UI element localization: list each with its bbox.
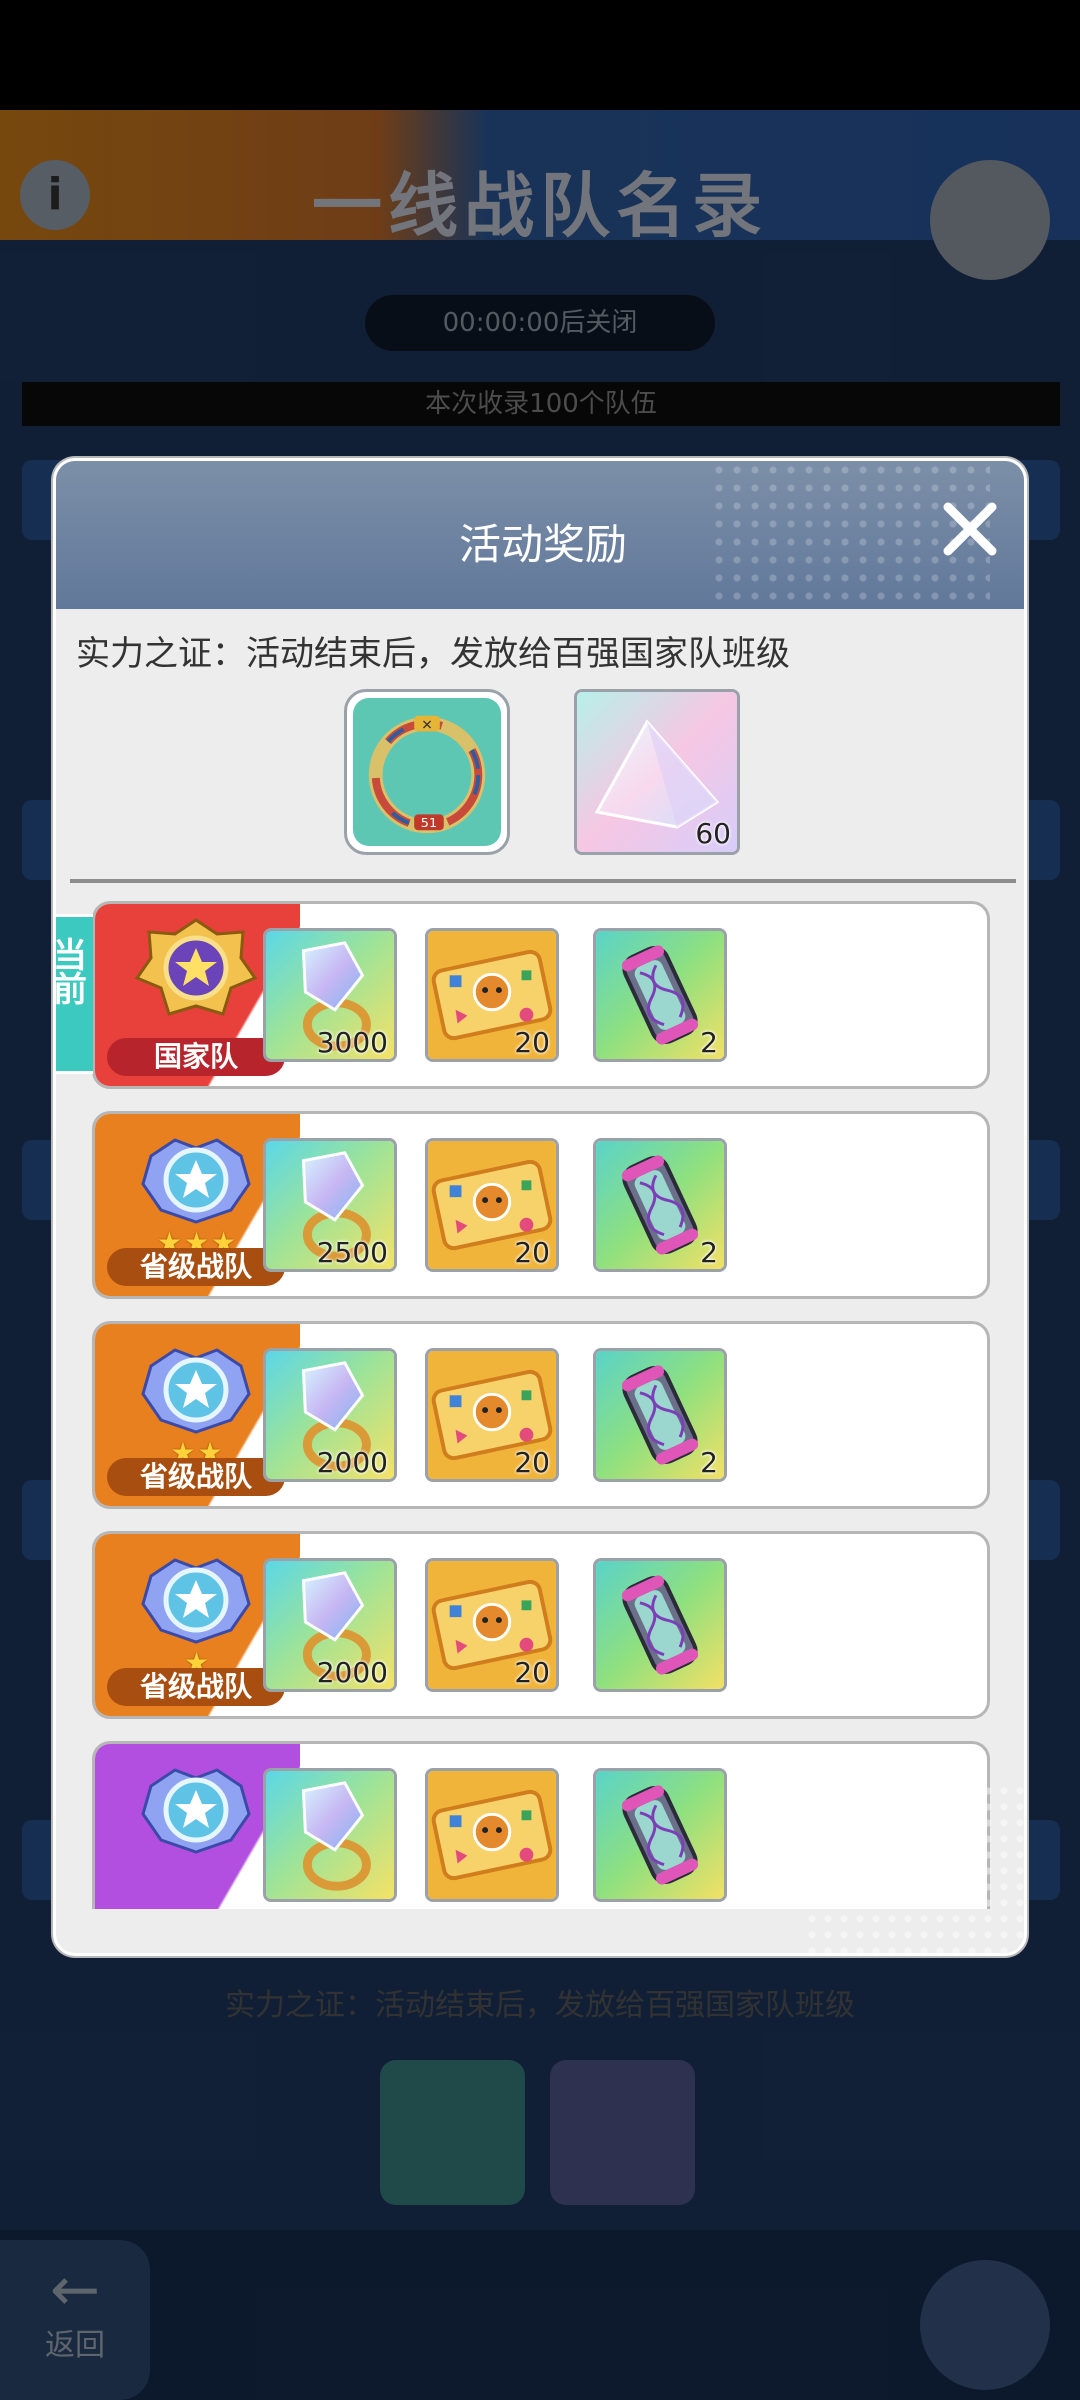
- provincial-team-emblem-icon: [131, 1546, 261, 1656]
- current-tier-label: 当前: [56, 937, 87, 1005]
- reward-description: 实力之证：活动结束后，发放给百强国家队班级: [76, 634, 790, 674]
- close-button[interactable]: [930, 489, 1010, 569]
- reward-qty: 2500: [316, 1236, 388, 1269]
- tier-card: ★★ 省级战队 2000 20 2: [92, 1321, 990, 1509]
- reward-item[interactable]: 20: [425, 1558, 559, 1692]
- reward-qty: 2: [700, 1026, 718, 1059]
- tier-label: 省级战队: [107, 1248, 285, 1286]
- reward-qty: 2000: [316, 1446, 388, 1479]
- divider: [70, 879, 1016, 883]
- reward-qty: 3000: [316, 1026, 388, 1059]
- tier-label: 省级战队: [107, 1668, 285, 1706]
- reward-item[interactable]: [593, 1558, 727, 1692]
- top-reward-item[interactable]: 60: [574, 689, 740, 855]
- reward-qty: 20: [514, 1236, 550, 1269]
- tier-list[interactable]: 国家队 3000 20 2 当前 ★★★ 省级战队 2500 20 2 ★★ 省…: [56, 901, 1024, 1909]
- ticket-card-icon: [428, 1771, 556, 1899]
- reward-qty: 60: [695, 817, 731, 850]
- reward-item[interactable]: [425, 1768, 559, 1902]
- reward-item[interactable]: 2: [593, 1348, 727, 1482]
- svg-text:✕: ✕: [421, 718, 433, 734]
- tier-card: 国家队 3000 20 2 当前: [56, 901, 990, 1089]
- dna-capsule-icon: [596, 1561, 724, 1689]
- reward-item[interactable]: 2000: [263, 1348, 397, 1482]
- provincial-team-emblem-icon: [131, 1126, 261, 1236]
- tier-card: ★★★ 省级战队 2500 20 2: [92, 1111, 990, 1299]
- reward-qty: 20: [514, 1446, 550, 1479]
- reward-item[interactable]: 20: [425, 1348, 559, 1482]
- top-reward-item[interactable]: ✕ 51: [344, 689, 510, 855]
- reward-item[interactable]: 20: [425, 1138, 559, 1272]
- svg-text:51: 51: [421, 816, 437, 831]
- close-icon: [943, 502, 997, 556]
- current-tier-tab: 当前: [56, 914, 93, 1074]
- reward-item[interactable]: 20: [425, 928, 559, 1062]
- reward-qty: 20: [514, 1656, 550, 1689]
- modal-header: 活动奖励: [56, 461, 1024, 609]
- reward-item[interactable]: 3000: [263, 928, 397, 1062]
- dna-capsule-icon: [596, 1771, 724, 1899]
- tier-label: 国家队: [107, 1038, 285, 1076]
- provincial-team-emblem-icon: [131, 1756, 261, 1866]
- badge-frame-icon: ✕ 51: [368, 715, 486, 834]
- reward-item[interactable]: 2000: [263, 1558, 397, 1692]
- national-team-emblem-icon: [131, 916, 261, 1026]
- tier-card: ★ 省级战队 2000 20: [92, 1531, 990, 1719]
- reward-item[interactable]: 2: [593, 928, 727, 1062]
- ring-gem-icon: [266, 1771, 394, 1899]
- provincial-team-emblem-icon: [131, 1336, 261, 1446]
- modal-title: 活动奖励: [458, 520, 627, 569]
- reward-item[interactable]: 2500: [263, 1138, 397, 1272]
- reward-item[interactable]: 2: [593, 1138, 727, 1272]
- reward-qty: 2: [700, 1236, 718, 1269]
- rewards-modal: 活动奖励 实力之证：活动结束后，发放给百强国家队班级 ✕ 51 60 国家队 3…: [53, 458, 1027, 1956]
- tier-label: 省级战队: [107, 1458, 285, 1496]
- top-rewards: ✕ 51 60: [56, 689, 1024, 859]
- reward-item[interactable]: [593, 1768, 727, 1902]
- reward-item[interactable]: [263, 1768, 397, 1902]
- reward-qty: 2000: [316, 1656, 388, 1689]
- reward-qty: 2: [700, 1446, 718, 1479]
- reward-qty: 20: [514, 1026, 550, 1059]
